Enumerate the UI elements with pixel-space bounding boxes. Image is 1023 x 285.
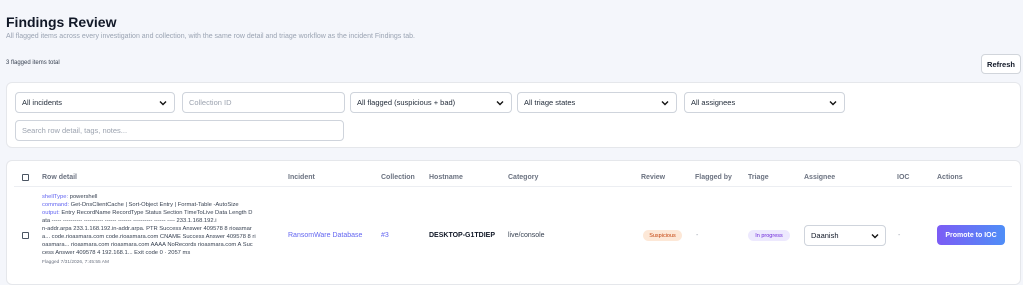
incident-filter-select[interactable]: All incidents [15,92,175,113]
shelltype-key: shellType: [42,194,69,200]
col-header-hostname[interactable]: Hostname [429,174,463,181]
output-line: cess Answer 409578 4 192.168.1... Exit c… [42,250,191,256]
flagged-by-cell: - [696,232,699,239]
col-header-incident[interactable]: Incident [288,174,315,181]
assignee-value: Daanish [811,231,839,240]
review-filter-select[interactable]: All flagged (suspicious + bad) [350,92,512,113]
row-detail-cell[interactable]: shellType: powershell command: Get-DnsCl… [42,193,280,267]
col-header-triage[interactable]: Triage [748,174,769,181]
col-header-review[interactable]: Review [641,174,665,181]
assignee-select[interactable]: Daanish [804,225,886,246]
col-header-flagged-by[interactable]: Flagged by [695,174,732,181]
promote-to-ioc-button[interactable]: Promote to IOC [937,225,1005,245]
search-placeholder: Search row detail, tags, notes... [22,126,128,135]
category-cell: live/console [508,232,545,239]
review-status-badge: Suspicious [643,230,682,241]
output-line: n-addr.arpa 233.1.168.192.in-addr.arpa. … [42,226,252,232]
col-header-ioc[interactable]: IOC [897,174,909,181]
header-divider [14,186,1012,187]
chevron-down-icon [496,101,504,106]
col-header-category[interactable]: Category [508,174,538,181]
incident-filter-value: All incidents [22,98,63,107]
command-key: command: [42,202,70,208]
output-line: Entry RecordName RecordType Status Secti… [59,210,253,216]
col-header-row-detail[interactable]: Row detail [42,174,77,181]
page-header: Findings Review All flagged items across… [6,13,415,40]
assignee-filter-select[interactable]: All assignees [684,92,845,113]
output-line: a... code.rioasmara.com code.rioasmara.c… [42,234,256,240]
output-line: ata ----- ---------- ---------- ------ -… [42,218,217,224]
select-all-checkbox[interactable] [22,174,29,181]
col-header-collection[interactable]: Collection [381,174,415,181]
row-checkbox[interactable] [22,232,29,239]
collection-link[interactable]: #3 [381,232,389,239]
flagged-timestamp: Flagged 7/31/2026, 7:45:55 AM [42,260,109,265]
col-header-actions: Actions [937,174,963,181]
page-title: Findings Review [6,14,117,30]
chevron-down-icon [829,101,837,106]
output-line: oasmara... rioasmara.com rioasmara.com A… [42,242,253,248]
refresh-button[interactable]: Refresh [981,54,1021,74]
col-header-assignee[interactable]: Assignee [804,174,835,181]
triage-status-badge: In progress [748,230,790,241]
chevron-down-icon [159,101,167,106]
assignee-filter-value: All assignees [691,98,736,107]
triage-filter-value: All triage states [524,98,576,107]
collection-id-placeholder: Collection ID [189,98,232,107]
search-input[interactable]: Search row detail, tags, notes... [15,120,344,141]
hostname-cell: DESKTOP-G1TDIEP [429,232,495,239]
command-value: Get-DnsClientCache | Sort-Object Entry |… [69,202,239,208]
review-filter-value: All flagged (suspicious + bad) [357,98,456,107]
collection-id-input[interactable]: Collection ID [182,92,345,113]
chevron-down-icon [661,101,669,106]
shelltype-value: powershell [68,194,98,200]
flagged-count: 3 flagged items total [6,60,60,66]
ioc-cell: - [898,232,901,239]
page-subtitle: All flagged items across every investiga… [6,33,415,40]
triage-filter-select[interactable]: All triage states [517,92,677,113]
output-key: output: [42,210,60,216]
incident-link[interactable]: RansomWare Database [288,232,362,239]
chevron-down-icon [871,234,879,239]
